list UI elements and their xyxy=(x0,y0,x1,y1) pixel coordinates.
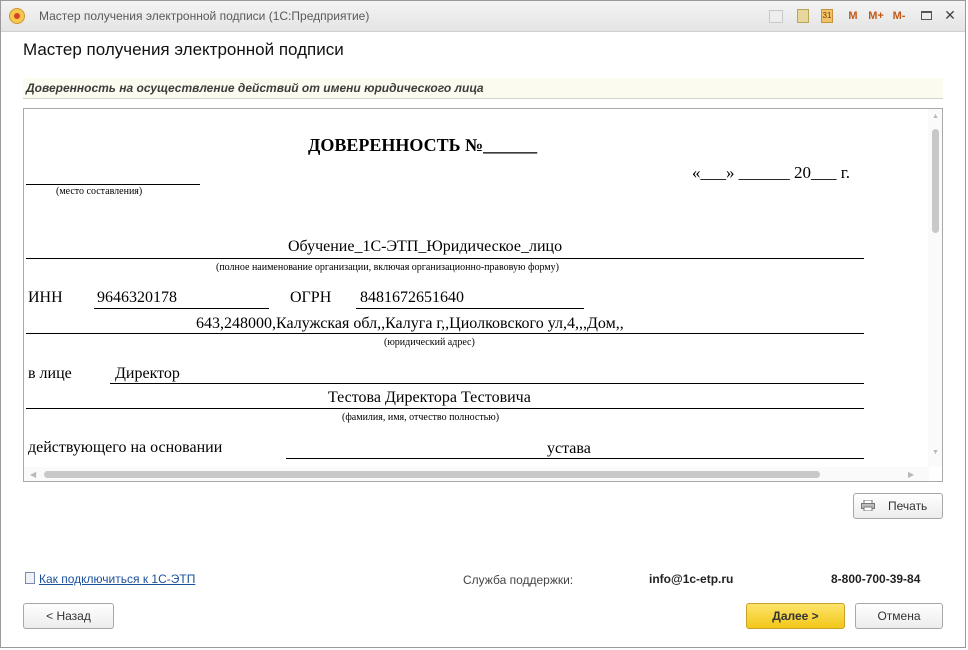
place-caption: (место составления) xyxy=(56,186,143,197)
ogrn-label: ОГРН xyxy=(290,289,332,306)
print-button-label: Печать xyxy=(888,499,928,513)
in-person-label: в лице xyxy=(28,365,72,382)
vertical-scroll-thumb[interactable] xyxy=(932,129,939,233)
calculator-icon[interactable] xyxy=(797,9,809,23)
inn-value: 9646320178 xyxy=(97,289,177,306)
support-phone: 8-800-700-39-84 xyxy=(831,572,921,586)
person-name: Тестова Директора Тестовича xyxy=(328,389,531,406)
scroll-left-arrow-icon[interactable]: ◀ xyxy=(30,470,36,479)
support-label: Служба поддержки: xyxy=(463,573,574,587)
title-bar: Мастер получения электронной подписи (1С… xyxy=(1,1,965,32)
inn-label: ИНН xyxy=(28,289,63,306)
document-heading: ДОВЕРЕННОСТЬ №______ xyxy=(308,135,538,155)
ogrn-line xyxy=(356,308,584,309)
document-date: «___» ______ 20___ г. xyxy=(692,163,851,182)
scroll-down-arrow-icon[interactable]: ▼ xyxy=(932,449,939,456)
place-line xyxy=(26,184,200,185)
position-line xyxy=(110,383,864,384)
person-line xyxy=(26,408,864,409)
close-icon[interactable]: ✕ xyxy=(943,7,957,23)
organization-line xyxy=(26,258,864,259)
ogrn-value: 8481672651640 xyxy=(360,289,464,306)
printer-icon xyxy=(861,500,875,511)
address-caption: (юридический адрес) xyxy=(384,337,475,348)
window-title: Мастер получения электронной подписи (1С… xyxy=(39,9,370,23)
print-preview-icon[interactable] xyxy=(769,10,783,23)
print-button[interactable]: Печать xyxy=(853,493,943,519)
scroll-right-arrow-icon[interactable]: ▶ xyxy=(908,470,914,479)
basis-line xyxy=(286,458,864,459)
organization-caption: (полное наименование организации, включа… xyxy=(216,262,559,273)
vertical-scrollbar[interactable]: ▲ ▼ xyxy=(928,109,942,467)
back-button[interactable]: < Назад xyxy=(23,603,114,629)
how-to-connect-link[interactable]: Как подключиться к 1С-ЭТП xyxy=(39,572,195,586)
document-content: ДОВЕРЕННОСТЬ №______ «___» ______ 20___ … xyxy=(24,109,929,467)
address-line xyxy=(26,333,864,334)
position-value: Директор xyxy=(115,365,180,382)
form-title: Мастер получения электронной подписи xyxy=(23,40,344,59)
inn-line xyxy=(94,308,269,309)
horizontal-scrollbar[interactable]: ◀ ▶ xyxy=(24,467,929,481)
next-button[interactable]: Далее > xyxy=(746,603,845,629)
power-of-attorney-document[interactable]: ДОВЕРЕННОСТЬ №______ «___» ______ 20___ … xyxy=(23,108,943,482)
calendar-icon[interactable]: 31 xyxy=(821,9,833,23)
memory-button[interactable]: M xyxy=(847,8,859,24)
document-link-icon xyxy=(25,572,35,584)
section-header-text: Доверенность на осуществление действий о… xyxy=(26,81,484,95)
scroll-up-arrow-icon[interactable]: ▲ xyxy=(932,113,939,120)
legal-address: 643,248000,Калужская обл,,Калуга г,,Циол… xyxy=(196,315,624,332)
basis-label: действующего на основании xyxy=(28,439,223,456)
maximize-icon[interactable] xyxy=(921,11,932,20)
section-header: Доверенность на осуществление действий о… xyxy=(23,78,943,99)
cancel-button[interactable]: Отмена xyxy=(855,603,943,629)
memory-plus-button[interactable]: M+ xyxy=(867,8,885,24)
horizontal-scroll-thumb[interactable] xyxy=(44,471,820,478)
person-caption: (фамилия, имя, отчество полностью) xyxy=(342,412,500,423)
organization-name: Обучение_1С-ЭТП_Юридическое_лицо xyxy=(288,238,563,255)
app-logo-icon[interactable] xyxy=(9,8,25,24)
basis-value: устава xyxy=(547,440,591,457)
support-email: info@1c-etp.ru xyxy=(649,572,734,586)
wizard-window: Мастер получения электронной подписи (1С… xyxy=(0,0,966,648)
memory-minus-button[interactable]: M- xyxy=(890,8,908,24)
